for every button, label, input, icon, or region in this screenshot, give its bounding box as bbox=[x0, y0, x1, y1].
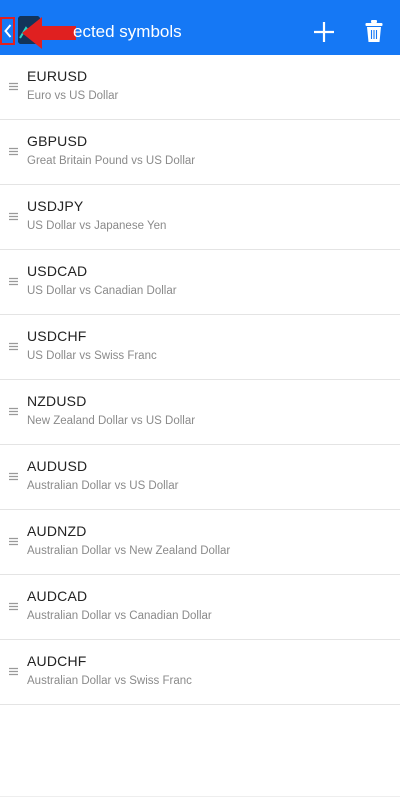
drag-handle-icon[interactable] bbox=[9, 342, 18, 351]
symbol-name: NZDUSD bbox=[27, 393, 87, 409]
list-item[interactable]: AUDNZD Australian Dollar vs New Zealand … bbox=[0, 510, 400, 575]
symbol-name: AUDNZD bbox=[27, 523, 87, 539]
drag-handle-icon[interactable] bbox=[9, 667, 18, 676]
symbol-description: Australian Dollar vs Canadian Dollar bbox=[27, 610, 212, 622]
list-item[interactable]: GBPUSD Great Britain Pound vs US Dollar bbox=[0, 120, 400, 185]
annotation-arrow-icon bbox=[22, 17, 76, 49]
list-item[interactable]: NZDUSD New Zealand Dollar vs US Dollar bbox=[0, 380, 400, 445]
symbol-name: EURUSD bbox=[27, 68, 88, 84]
drag-handle-icon[interactable] bbox=[9, 82, 18, 91]
drag-handle-icon[interactable] bbox=[9, 602, 18, 611]
chevron-left-icon bbox=[3, 24, 11, 38]
page-title: ected symbols bbox=[73, 22, 182, 41]
drag-handle-icon[interactable] bbox=[9, 212, 18, 221]
drag-handle-icon[interactable] bbox=[9, 407, 18, 416]
drag-handle-icon[interactable] bbox=[9, 277, 18, 286]
top-app-bar: ected symbols bbox=[0, 0, 400, 55]
list-item[interactable]: USDCHF US Dollar vs Swiss Franc bbox=[0, 315, 400, 380]
drag-handle-icon[interactable] bbox=[9, 147, 18, 156]
trash-icon[interactable] bbox=[364, 19, 384, 43]
symbol-name: AUDCHF bbox=[27, 653, 87, 669]
drag-handle-icon[interactable] bbox=[9, 472, 18, 481]
symbol-description: Australian Dollar vs New Zealand Dollar bbox=[27, 545, 231, 557]
symbol-description: US Dollar vs Canadian Dollar bbox=[27, 285, 177, 297]
symbol-name: USDCHF bbox=[27, 328, 87, 344]
list-item[interactable]: AUDCHF Australian Dollar vs Swiss Franc bbox=[0, 640, 400, 705]
symbol-description: Australian Dollar vs Swiss Franc bbox=[27, 675, 192, 687]
symbol-name: USDCAD bbox=[27, 263, 88, 279]
symbols-list: EURUSD Euro vs US Dollar GBPUSD Great Br… bbox=[0, 55, 400, 705]
symbol-description: Euro vs US Dollar bbox=[27, 90, 119, 102]
list-item[interactable]: AUDCAD Australian Dollar vs Canadian Dol… bbox=[0, 575, 400, 640]
back-button[interactable] bbox=[0, 17, 15, 45]
symbol-name: GBPUSD bbox=[27, 133, 88, 149]
list-item[interactable]: USDCAD US Dollar vs Canadian Dollar bbox=[0, 250, 400, 315]
symbol-name: AUDCAD bbox=[27, 588, 88, 604]
list-item[interactable]: AUDUSD Australian Dollar vs US Dollar bbox=[0, 445, 400, 510]
list-item[interactable]: USDJPY US Dollar vs Japanese Yen bbox=[0, 185, 400, 250]
symbol-description: US Dollar vs Japanese Yen bbox=[27, 220, 167, 232]
list-item[interactable]: EURUSD Euro vs US Dollar bbox=[0, 55, 400, 120]
symbol-description: US Dollar vs Swiss Franc bbox=[27, 350, 157, 362]
symbol-name: USDJPY bbox=[27, 198, 84, 214]
app-screen: ected symbols EURUSD Euro vs US Dollar G… bbox=[0, 0, 400, 797]
drag-handle-icon[interactable] bbox=[9, 537, 18, 546]
symbol-description: Australian Dollar vs US Dollar bbox=[27, 480, 179, 492]
symbol-description: New Zealand Dollar vs US Dollar bbox=[27, 415, 196, 427]
add-symbol-button[interactable] bbox=[312, 20, 336, 44]
symbol-name: AUDUSD bbox=[27, 458, 88, 474]
symbol-description: Great Britain Pound vs US Dollar bbox=[27, 155, 196, 167]
